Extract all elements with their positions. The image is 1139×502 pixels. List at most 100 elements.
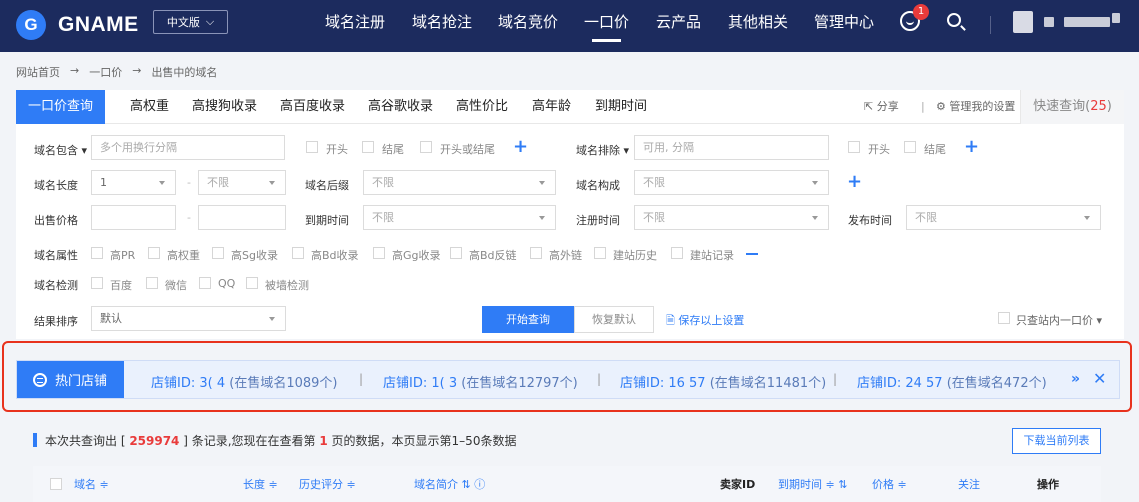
next-icon[interactable]: » — [1071, 371, 1080, 387]
nav-fixed-price[interactable]: 一口价 — [584, 11, 629, 42]
register-select[interactable]: 不限 — [634, 205, 829, 230]
contains-start-or-end-checkbox[interactable] — [420, 141, 432, 153]
language-select[interactable]: 中文版 ⌵ — [153, 10, 228, 34]
tab-high-age[interactable]: 高年龄 — [532, 90, 571, 124]
tab-high-google[interactable]: 高谷歌收录 — [368, 90, 433, 124]
manage-settings-button[interactable]: ⚙ 管理我的设置 — [936, 90, 1015, 124]
contains-end-checkbox[interactable] — [362, 141, 374, 153]
length-max-select[interactable]: 不限 — [198, 170, 286, 195]
language-label: 中文版 — [166, 16, 200, 29]
download-list-button[interactable]: 下载当前列表 — [1012, 428, 1101, 454]
tab-high-baidu[interactable]: 高百度收录 — [280, 90, 345, 124]
publish-select[interactable]: 不限 — [906, 205, 1101, 230]
hot-shop-item[interactable]: 店铺ID: 3( ‌4 (在售域名1089个) — [151, 372, 337, 391]
share-icon: ⇱ — [864, 100, 874, 113]
price-min-input[interactable] — [91, 205, 176, 230]
attr-bd-backlink-checkbox[interactable] — [450, 247, 462, 259]
checkbox-label: 高Gg收录 — [392, 249, 441, 262]
exclude-select[interactable]: 域名排除 ▾ — [576, 142, 629, 158]
composition-select[interactable]: 不限 — [634, 170, 829, 195]
sort-label: 结果排序 — [34, 315, 78, 328]
only-site-checkbox[interactable] — [998, 312, 1010, 324]
price-label: 出售价格 — [34, 214, 78, 227]
breadcrumb-arrow: → — [132, 64, 142, 77]
tab-best-value[interactable]: 高性价比 — [456, 90, 508, 124]
add-contains-icon[interactable]: + — [513, 138, 528, 156]
col-expire-time[interactable]: 到期时间 ≑ ⇅ — [778, 476, 847, 492]
close-icon[interactable]: ✕ — [1093, 369, 1106, 388]
nav-domain-backorder[interactable]: 域名抢注 — [412, 11, 472, 32]
checkbox-label: 高Bd收录 — [311, 249, 359, 262]
chevron-down-icon: ⌵ — [205, 15, 215, 28]
suffix-label: 域名后缀 — [305, 179, 349, 192]
logo[interactable]: G GNAME — [16, 9, 139, 41]
suffix-select[interactable]: 不限 — [363, 170, 556, 195]
separator: | — [833, 372, 838, 386]
price-max-input[interactable] — [198, 205, 286, 230]
attr-bd-checkbox[interactable] — [292, 247, 304, 259]
tab-fixed-price-query[interactable]: 一口价查询 — [16, 90, 106, 124]
check-blocked-checkbox[interactable] — [246, 277, 258, 289]
nav-cloud-products[interactable]: 云产品 — [656, 11, 701, 32]
sort-select[interactable]: 默认 — [91, 306, 286, 331]
save-settings-link[interactable]: 🗎 保存以上设置 — [666, 312, 744, 331]
col-domain[interactable]: 域名 ≑ — [74, 476, 109, 492]
nav-domain-auction[interactable]: 域名竞价 — [498, 11, 558, 32]
check-qq-checkbox[interactable] — [199, 277, 211, 289]
hot-shop-item[interactable]: 店铺ID: 24 ‌57 (在售域名472个) — [857, 372, 1047, 391]
search-button[interactable]: 开始查询 — [482, 306, 574, 333]
expire-label: 到期时间 — [305, 214, 349, 227]
expire-select[interactable]: 不限 — [363, 205, 556, 230]
select-all-checkbox[interactable] — [50, 478, 62, 490]
breadcrumb-home[interactable]: 网站首页 — [16, 64, 60, 80]
share-button[interactable]: ⇱ 分享 — [864, 90, 899, 124]
attr-site-history-checkbox[interactable] — [594, 247, 606, 259]
nav-other[interactable]: 其他相关 — [728, 11, 788, 32]
collapse-icon[interactable] — [746, 253, 758, 255]
user-avatar[interactable] — [1013, 11, 1033, 33]
exclude-start-checkbox[interactable] — [848, 141, 860, 153]
attr-weight-checkbox[interactable] — [148, 247, 160, 259]
contains-select[interactable]: 域名包含 ▾ — [34, 142, 87, 158]
length-min-select[interactable]: 1 — [91, 170, 176, 195]
contains-start-checkbox[interactable] — [306, 141, 318, 153]
col-follow[interactable]: 关注 — [958, 476, 980, 492]
quick-query-tab[interactable]: 快速查询(25) — [1020, 90, 1124, 124]
hot-shop-item[interactable]: 店铺ID: 1( ‌3 (在售域名12797个) — [383, 372, 578, 391]
reset-button[interactable]: 恢复默认 — [574, 306, 654, 333]
user-name-blurred[interactable] — [1044, 17, 1054, 27]
result-summary: 本次共查询出 [ 259974 ] 条记录,您现在在查看第 1 页的数据，本页显… — [33, 432, 516, 449]
search-icon[interactable] — [947, 13, 961, 27]
check-wechat-checkbox[interactable] — [146, 277, 158, 289]
length-label: 域名长度 — [34, 179, 78, 192]
nav-management-center[interactable]: 管理中心 — [814, 11, 874, 32]
attr-sg-checkbox[interactable] — [212, 247, 224, 259]
attr-external-link-checkbox[interactable] — [530, 247, 542, 259]
hot-shop-item[interactable]: 店铺ID: 16 ‌57 (在售域名11481个) — [620, 372, 826, 391]
contains-input[interactable]: 多个用换行分隔 — [91, 135, 285, 160]
only-site-label[interactable]: 只查站内一口价 ▾ — [1016, 312, 1102, 328]
attr-gg-checkbox[interactable] — [373, 247, 385, 259]
user-name-blurred[interactable] — [1064, 17, 1110, 27]
add-composition-icon[interactable]: + — [847, 173, 862, 191]
attr-site-record-checkbox[interactable] — [671, 247, 683, 259]
col-price[interactable]: 价格 ≑ — [872, 476, 907, 492]
checkbox-label: 开头或结尾 — [440, 143, 495, 156]
tab-high-sogou[interactable]: 高搜狗收录 — [192, 90, 257, 124]
breadcrumb: 网站首页 → 一口价 → 出售中的域名 — [16, 64, 217, 80]
checkbox-label: 开头 — [868, 143, 890, 156]
checkbox-label: 被墙检测 — [265, 279, 309, 292]
exclude-end-checkbox[interactable] — [904, 141, 916, 153]
tab-expire-time[interactable]: 到期时间 — [595, 90, 647, 124]
col-length[interactable]: 长度 ≑ — [243, 476, 278, 492]
col-domain-intro[interactable]: 域名简介 ⇅ ⓘ — [414, 476, 485, 492]
user-name-blurred[interactable] — [1112, 13, 1120, 23]
attr-pr-checkbox[interactable] — [91, 247, 103, 259]
breadcrumb-fixed-price[interactable]: 一口价 — [89, 64, 122, 80]
col-history-score[interactable]: 历史评分 ≑ — [299, 476, 356, 492]
add-exclude-icon[interactable]: + — [964, 138, 979, 156]
nav-domain-register[interactable]: 域名注册 — [325, 11, 385, 32]
check-baidu-checkbox[interactable] — [91, 277, 103, 289]
exclude-input[interactable]: 可用, 分隔 — [634, 135, 829, 160]
tab-high-weight[interactable]: 高权重 — [130, 90, 169, 124]
